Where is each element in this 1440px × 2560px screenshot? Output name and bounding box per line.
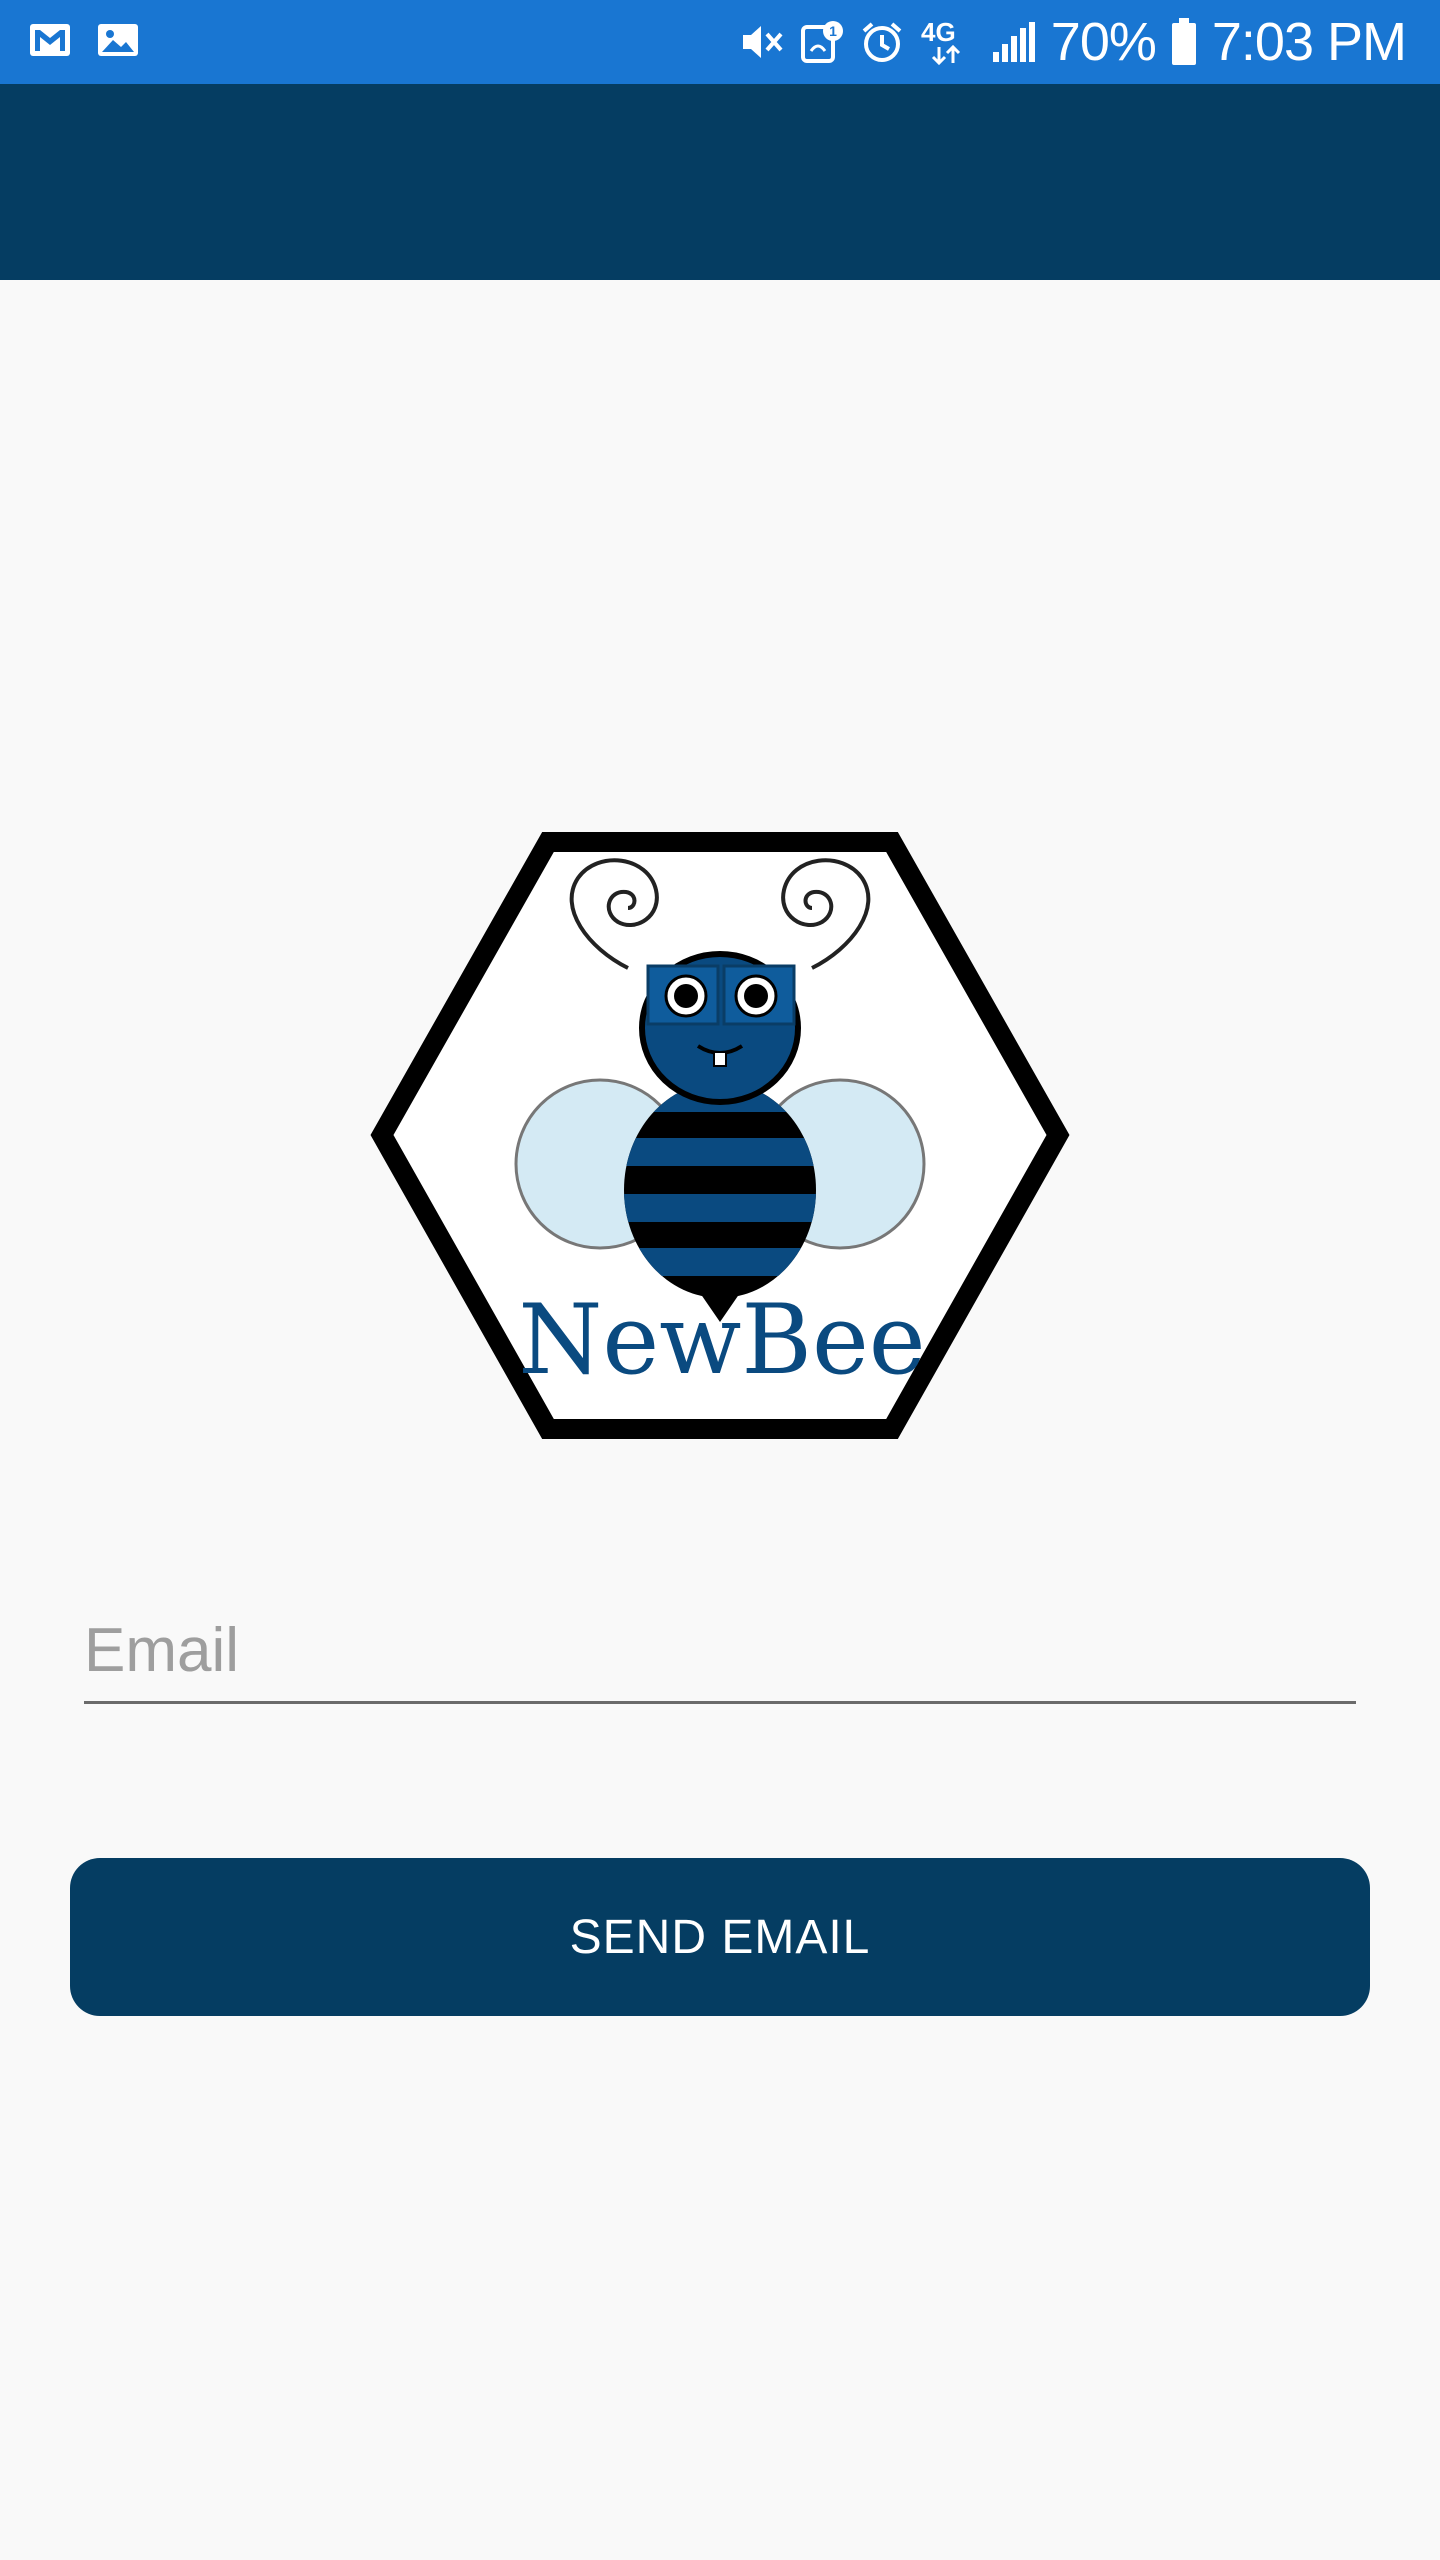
- notification-icons: [28, 20, 140, 60]
- app-bar: [0, 84, 1440, 280]
- clock: 7:03 PM: [1211, 12, 1407, 72]
- newbee-logo: NewBee: [368, 828, 1072, 1443]
- system-icons: 1 4G 70% 7:03 PM: [739, 12, 1407, 72]
- battery-icon: [1170, 18, 1198, 66]
- network-type-label: 4G: [921, 17, 956, 47]
- signal-icon: [991, 20, 1037, 64]
- mute-icon: [739, 20, 785, 64]
- battery-percentage: 70%: [1050, 12, 1157, 72]
- email-input[interactable]: [84, 1600, 1356, 1700]
- gallery-icon: [96, 20, 140, 60]
- email-field[interactable]: [84, 1600, 1356, 1704]
- alarm-icon: [859, 19, 905, 65]
- hotspot-icon: 1: [799, 19, 845, 65]
- send-email-button[interactable]: SEND EMAIL: [70, 1858, 1370, 2016]
- gmail-icon: [28, 20, 72, 60]
- svg-text:1: 1: [829, 23, 837, 39]
- status-bar: 1 4G 70% 7:03 PM: [0, 0, 1440, 84]
- network-4g-icon: 4G: [919, 17, 977, 67]
- logo-text: NewBee: [518, 1284, 925, 1396]
